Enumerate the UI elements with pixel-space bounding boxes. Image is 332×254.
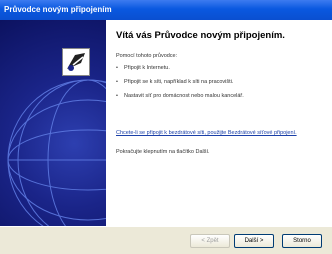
- wizard-side-panel: [0, 20, 106, 226]
- page-title: Vítá vás Průvodce novým připojením.: [116, 30, 285, 41]
- network-connection-wizard-icon: [62, 48, 90, 76]
- title-bar[interactable]: Průvodce novým připojením: [0, 0, 332, 20]
- back-button[interactable]: < Zpět: [190, 234, 230, 248]
- task-label: Připojit k Internetu.: [124, 65, 170, 71]
- globe-graphic: [7, 79, 106, 226]
- task-item: • Připojit k Internetu.: [116, 65, 326, 72]
- bullet-icon: •: [116, 93, 118, 99]
- task-item: • Nastavit síť pro domácnost nebo malou k…: [116, 93, 326, 100]
- task-label: Připojit se k síti, například k síti na …: [124, 79, 234, 85]
- bullet-icon: •: [116, 65, 118, 71]
- continue-instruction: Pokračujte klepnutím na tlačítko Další.: [116, 149, 210, 155]
- wizard-content: Vítá vás Průvodce novým připojením. Pomo…: [0, 20, 332, 226]
- button-bar: < Zpět Další > Storno: [0, 226, 332, 254]
- window-title: Průvodce novým připojením: [4, 5, 112, 14]
- wireless-connection-link[interactable]: Chcete-li se připojit k bezdrátové síti,…: [116, 130, 326, 137]
- task-label: Nastavit síť pro domácnost nebo malou ka…: [124, 93, 244, 99]
- task-list: • Připojit k Internetu. • Připojit se k sí…: [116, 65, 326, 100]
- wizard-window: Průvodce novým připojením Vítá vás Průvo…: [0, 0, 332, 254]
- wizard-main-panel: Vítá vás Průvodce novým připojením. Pomo…: [106, 20, 332, 226]
- task-item: • Připojit se k síti, například k síti na…: [116, 79, 326, 86]
- intro-text: Pomocí tohoto průvodce:: [116, 53, 178, 59]
- next-button[interactable]: Další >: [234, 234, 274, 248]
- bullet-icon: •: [116, 79, 118, 85]
- cancel-button[interactable]: Storno: [282, 234, 322, 248]
